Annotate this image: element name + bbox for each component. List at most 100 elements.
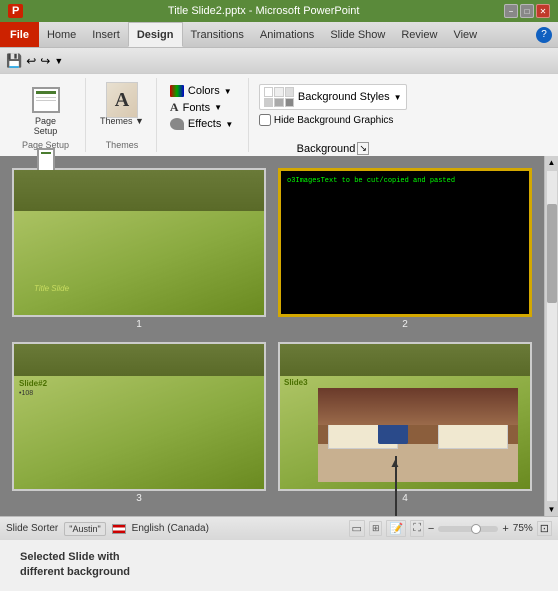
zoom-slider[interactable] <box>438 526 498 532</box>
undo-button[interactable]: ↩ <box>26 54 36 68</box>
slide-3-number: 3 <box>12 493 266 504</box>
slide-3-thumb[interactable]: Slide#2 •108 <box>12 342 266 491</box>
background-group: Background Styles ▼ Hide Background Grap… <box>251 78 415 152</box>
themes-group: A Themes ▼ Themes <box>88 78 157 152</box>
slide-4-thumb[interactable]: Slide3 <box>278 342 532 491</box>
themes-button[interactable]: A Themes ▼ <box>96 82 148 128</box>
colors-dropdown-icon: ▼ <box>224 87 232 96</box>
minimize-button[interactable]: − <box>504 4 518 18</box>
scroll-down-button[interactable]: ▼ <box>546 503 558 516</box>
slide-1-thumb[interactable]: Title Slide <box>12 168 266 317</box>
tab-insert[interactable]: Insert <box>84 22 128 47</box>
background-styles-label: Background Styles <box>298 91 390 103</box>
fonts-label: Fonts <box>183 102 211 114</box>
status-bar-left: Slide Sorter "Austin" English (Canada) <box>6 522 341 536</box>
view-normal-icon[interactable]: ▭ <box>349 520 365 537</box>
page-setup-button[interactable]: PageSetup <box>26 82 66 138</box>
scroll-track[interactable] <box>547 171 557 501</box>
status-bar: Slide Sorter "Austin" English (Canada) ▭… <box>0 516 558 540</box>
slide-2-number: 2 <box>278 319 532 330</box>
window-controls: − □ ✕ <box>504 4 550 18</box>
zoom-in-button[interactable]: + <box>502 523 508 535</box>
slide-3-title: Slide#2 <box>19 379 259 388</box>
theme-tag[interactable]: "Austin" <box>64 522 105 536</box>
page-setup-icon <box>30 84 62 116</box>
canada-flag-icon <box>112 524 126 534</box>
slide-2-container: o3ImagesText to be cut/copied and pasted… <box>278 168 532 330</box>
help-icon[interactable]: ? <box>536 27 552 43</box>
fonts-button[interactable]: A Fonts ▼ <box>167 99 240 116</box>
effects-button[interactable]: Effects ▼ <box>167 117 240 131</box>
view-fullscreen-icon[interactable]: ⛶ <box>410 520 424 537</box>
fonts-icon: A <box>170 100 179 115</box>
tab-design[interactable]: Design <box>128 22 183 47</box>
tab-review[interactable]: Review <box>393 22 445 47</box>
fit-window-button[interactable]: ⊡ <box>537 521 552 536</box>
main-area: Title Slide 1 o3ImagesText to be cut/cop… <box>0 156 558 516</box>
background-styles-dropdown: ▼ <box>394 93 402 102</box>
background-expand-icon[interactable]: ↘ <box>357 142 369 155</box>
scroll-thumb[interactable] <box>547 204 557 303</box>
view-sorter-icon[interactable]: ⊞ <box>369 521 383 536</box>
colors-label: Colors <box>188 85 220 97</box>
hide-background-checkbox[interactable] <box>259 114 271 126</box>
title-bar: P Title Slide2.pptx - Microsoft PowerPoi… <box>0 0 558 22</box>
annotation-line1: Selected Slide with <box>20 551 120 563</box>
background-styles-button[interactable]: Background Styles ▼ <box>259 84 407 110</box>
slide-4-title: Slide3 <box>284 378 526 387</box>
redo-button[interactable]: ↪ <box>40 54 50 68</box>
themes-label: Themes ▼ <box>100 116 144 126</box>
colors-icon <box>170 85 184 97</box>
tab-slideshow[interactable]: Slide Show <box>322 22 393 47</box>
annotation-text: Selected Slide with different background <box>0 540 558 591</box>
zoom-out-button[interactable]: − <box>428 523 434 535</box>
status-bar-right: ▭ ⊞ 📝 ⛶ − + 75% ⊡ <box>349 520 552 537</box>
hide-background-checkbox-row[interactable]: Hide Background Graphics <box>259 114 407 126</box>
close-button[interactable]: ✕ <box>536 4 550 18</box>
vertical-scrollbar[interactable]: ▲ ▼ <box>544 156 558 516</box>
app-icon: P <box>8 4 23 18</box>
colors-fonts-effects-group: Colors ▼ A Fonts ▼ Effects ▼ <box>159 78 249 152</box>
file-tab[interactable]: File <box>0 22 39 47</box>
maximize-button[interactable]: □ <box>520 4 534 18</box>
language-label: English (Canada) <box>132 523 209 534</box>
slide-3-bullet: •108 <box>19 390 259 397</box>
slide-4-container: Slide3 4 <box>278 342 532 504</box>
colors-button[interactable]: Colors ▼ <box>167 84 240 98</box>
tab-view[interactable]: View <box>445 22 485 47</box>
slide-2-thumb[interactable]: o3ImagesText to be cut/copied and pasted <box>278 168 532 317</box>
view-notes-icon[interactable]: 📝 <box>386 520 406 537</box>
annotation-line2: different background <box>20 566 130 578</box>
effects-icon <box>170 118 184 130</box>
page-setup-group: PageSetup SlideOrientation Page Setup <box>6 78 86 152</box>
zoom-handle[interactable] <box>471 524 481 534</box>
hide-background-label: Hide Background Graphics <box>274 115 394 126</box>
slides-panel: Title Slide 1 o3ImagesText to be cut/cop… <box>0 156 544 516</box>
slide-2-text: o3ImagesText to be cut/copied and pasted <box>287 177 523 187</box>
quick-access-toolbar: 💾 ↩ ↪ ▼ <box>0 48 558 74</box>
scroll-up-button[interactable]: ▲ <box>546 156 558 169</box>
flag-icon <box>112 524 126 534</box>
themes-icon: A <box>106 84 138 116</box>
background-styles-icon <box>264 87 294 107</box>
tab-animations[interactable]: Animations <box>252 22 322 47</box>
qat-dropdown[interactable]: ▼ <box>54 56 63 66</box>
title-bar-left: P <box>8 4 23 18</box>
view-mode-label: Slide Sorter <box>6 523 58 534</box>
save-qat-button[interactable]: 💾 <box>6 53 22 69</box>
slide-1-number: 1 <box>12 319 266 330</box>
fonts-dropdown-icon: ▼ <box>214 103 222 112</box>
effects-dropdown-icon: ▼ <box>225 120 233 129</box>
background-group-footer: Background ↘ <box>297 142 369 155</box>
ribbon-content: PageSetup SlideOrientation Page Setup A … <box>0 74 558 156</box>
title-bar-title: Title Slide2.pptx - Microsoft PowerPoint <box>23 5 504 17</box>
annotation-arrow-head: ▲ <box>389 456 401 470</box>
slide-1-container: Title Slide 1 <box>12 168 266 330</box>
page-setup-label: PageSetup <box>34 116 58 136</box>
zoom-percent-label: 75% <box>513 523 533 534</box>
background-group-label: Background <box>297 143 356 155</box>
tab-home[interactable]: Home <box>39 22 84 47</box>
tab-transitions[interactable]: Transitions <box>183 22 252 47</box>
slide-1-title-text: Title Slide <box>34 284 69 293</box>
themes-group-label: Themes <box>106 140 139 150</box>
